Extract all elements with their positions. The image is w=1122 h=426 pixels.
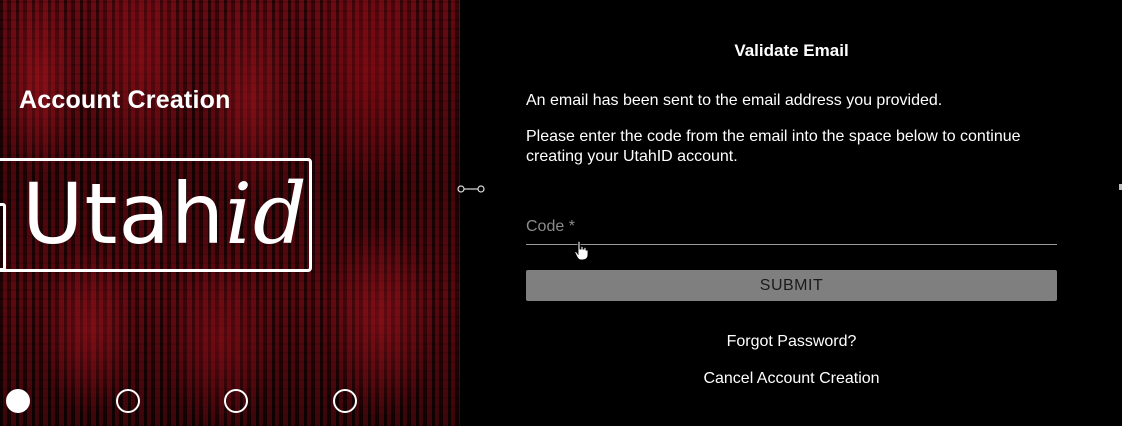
hand-pointer-icon	[574, 241, 588, 261]
logo-text-italic: id	[225, 165, 308, 263]
code-field[interactable]: Code *	[526, 212, 1057, 245]
step-indicator-3	[224, 389, 248, 413]
step-indicator-1	[6, 389, 30, 413]
code-input[interactable]	[526, 212, 1057, 244]
submit-button[interactable]: SUBMIT	[526, 270, 1057, 301]
utahid-logo: Utahid	[22, 168, 308, 260]
step-indicator-4	[333, 389, 357, 413]
drag-handle-icon[interactable]	[456, 185, 486, 193]
forgot-password-link[interactable]: Forgot Password?	[526, 333, 1057, 351]
logo-text-main: Utah	[22, 165, 226, 263]
instructions-text: Please enter the code from the email int…	[526, 128, 1021, 165]
form-title: Validate Email	[734, 41, 849, 60]
email-sent-message: An email has been sent to the email addr…	[526, 92, 943, 109]
step-indicator-2	[116, 389, 140, 413]
cancel-account-creation-link[interactable]: Cancel Account Creation	[526, 370, 1057, 388]
page-title: Account Creation	[19, 86, 231, 114]
hero-panel: Account Creation Utahid	[0, 0, 460, 426]
